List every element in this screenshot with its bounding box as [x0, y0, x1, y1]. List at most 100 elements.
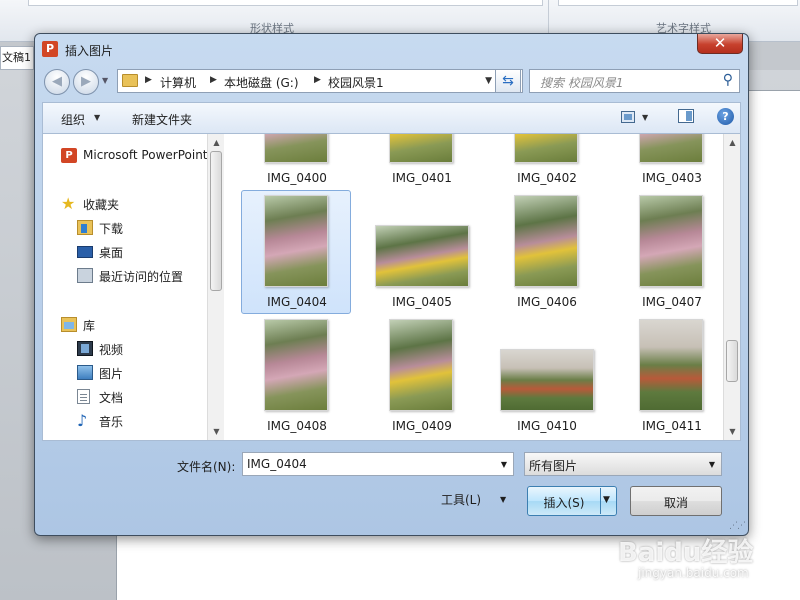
breadcrumb-current-folder[interactable]: 校园风景1 — [328, 74, 384, 91]
file-type-value: 所有图片 — [529, 459, 578, 473]
file-item[interactable]: IMG_0407 — [616, 190, 723, 314]
file-name: IMG_0403 — [642, 171, 702, 185]
navigation-pane: P Microsoft PowerPoint ★ 收藏夹 下载 桌面 最近访问的… — [43, 134, 208, 440]
navigation-pane-scrollbar[interactable]: ▲ ▼ — [207, 134, 224, 440]
image-thumbnail — [639, 195, 703, 287]
image-thumbnail — [500, 349, 594, 411]
watermark-brand: Baidu经验 — [618, 538, 754, 568]
back-button[interactable]: ◀ — [44, 69, 70, 95]
file-name: IMG_0402 — [517, 171, 577, 185]
file-list-scrollbar[interactable]: ▲ ▼ — [723, 134, 740, 440]
scroll-down-icon[interactable]: ▼ — [208, 423, 225, 440]
nav-item-label: 音乐 — [99, 415, 124, 429]
search-box[interactable]: 搜索 校园风景1 ⚲ — [529, 69, 740, 93]
recent-places-icon — [77, 268, 93, 283]
document-tab[interactable]: 文稿1 — [0, 46, 34, 70]
nav-item-label: 下载 — [99, 222, 124, 236]
dialog-titlebar[interactable]: P 插入图片 ✕ — [35, 34, 748, 64]
scroll-down-icon[interactable]: ▼ — [724, 423, 741, 440]
insert-picture-dialog: P 插入图片 ✕ ◀ ▶ ▼ ▶ 计算机 ▶ 本地磁盘 (G:) ▶ 校园风景1… — [34, 33, 749, 536]
forward-button[interactable]: ▶ — [73, 69, 99, 95]
video-icon — [77, 341, 93, 356]
filename-input[interactable]: IMG_0404 ▼ — [242, 452, 514, 476]
insert-options-dropdown-icon[interactable]: ▼ — [603, 495, 610, 505]
file-name: IMG_0406 — [517, 295, 577, 309]
search-icon[interactable]: ⚲ — [723, 72, 733, 88]
nav-item-label: 视频 — [99, 343, 124, 357]
preview-pane-icon[interactable] — [678, 109, 694, 123]
file-name: IMG_0404 — [267, 295, 327, 309]
file-item[interactable]: IMG_0409 — [366, 314, 476, 438]
view-dropdown-icon[interactable]: ▼ — [642, 113, 648, 122]
organize-dropdown-icon[interactable]: ▼ — [94, 113, 100, 122]
help-icon[interactable]: ? — [717, 108, 734, 125]
new-folder-button[interactable]: 新建文件夹 — [132, 111, 192, 128]
refresh-button[interactable]: ⇆ — [495, 69, 521, 93]
scroll-up-icon[interactable]: ▲ — [208, 134, 225, 151]
cancel-button[interactable]: 取消 — [630, 486, 722, 516]
folder-icon — [122, 74, 138, 87]
address-history-dropdown[interactable]: ▼ — [485, 76, 492, 86]
breadcrumb-computer[interactable]: 计算机 — [160, 74, 196, 91]
tools-button[interactable]: 工具(L) — [441, 491, 481, 508]
file-item[interactable]: IMG_0400 — [241, 134, 351, 190]
powerpoint-icon: P — [61, 148, 77, 163]
breadcrumb-separator-icon[interactable]: ▶ — [145, 75, 152, 85]
file-item[interactable]: IMG_0410 — [491, 314, 601, 438]
image-thumbnail — [639, 319, 703, 411]
dialog-footer: 文件名(N): IMG_0404 ▼ 所有图片 ▼ 工具(L) ▼ 插入(S) … — [35, 444, 748, 534]
file-type-dropdown-icon[interactable]: ▼ — [709, 460, 715, 469]
change-view-icon[interactable] — [621, 111, 635, 123]
image-thumbnail — [639, 134, 703, 163]
dialog-title: 插入图片 — [65, 44, 114, 58]
nav-item-label: 最近访问的位置 — [99, 270, 184, 284]
nav-item-label: 库 — [83, 319, 96, 333]
file-name: IMG_0410 — [517, 419, 577, 433]
file-name: IMG_0400 — [267, 171, 327, 185]
insert-split-divider — [600, 488, 601, 514]
navigation-scroll-thumb[interactable] — [210, 151, 222, 291]
file-item[interactable]: IMG_0402 — [491, 134, 601, 190]
image-thumbnail — [264, 134, 328, 163]
recent-pages-dropdown[interactable]: ▼ — [102, 76, 108, 85]
address-bar[interactable]: ▶ 计算机 ▶ 本地磁盘 (G:) ▶ 校园风景1 ▼ — [117, 69, 523, 93]
file-list-scroll-thumb[interactable] — [726, 340, 738, 382]
file-item[interactable]: IMG_0411 — [616, 314, 723, 438]
breadcrumb-separator-icon[interactable]: ▶ — [314, 75, 321, 85]
baidu-watermark: Baidu经验 jingyan.baidu.com — [618, 532, 798, 592]
file-item[interactable]: IMG_0404 — [241, 190, 351, 314]
file-name: IMG_0411 — [642, 419, 702, 433]
image-thumbnail — [375, 225, 469, 287]
watermark-url: jingyan.baidu.com — [638, 566, 749, 580]
browser-content: P Microsoft PowerPoint ★ 收藏夹 下载 桌面 最近访问的… — [42, 133, 741, 441]
breadcrumb-separator-icon[interactable]: ▶ — [210, 75, 217, 85]
file-item[interactable]: IMG_0406 — [491, 190, 601, 314]
documents-icon — [77, 389, 90, 404]
breadcrumb-local-disk[interactable]: 本地磁盘 (G:) — [224, 74, 299, 91]
file-name: IMG_0405 — [392, 295, 452, 309]
file-name: IMG_0407 — [642, 295, 702, 309]
tools-dropdown-icon[interactable]: ▼ — [500, 495, 506, 504]
file-item[interactable]: IMG_0405 — [366, 190, 476, 314]
resize-grip-icon[interactable]: ⋰⋰ — [729, 521, 746, 531]
library-icon — [61, 317, 77, 332]
file-item[interactable]: IMG_0403 — [616, 134, 723, 190]
filename-dropdown-icon[interactable]: ▼ — [501, 460, 507, 469]
command-toolbar: 组织 ▼ 新建文件夹 ▼ ? — [42, 102, 741, 133]
file-item[interactable]: IMG_0401 — [366, 134, 476, 190]
nav-item-label: 图片 — [99, 367, 124, 381]
file-type-select[interactable]: 所有图片 ▼ — [524, 452, 722, 476]
organize-menu[interactable]: 组织 — [61, 111, 85, 128]
image-thumbnail — [389, 134, 453, 163]
file-name: IMG_0408 — [267, 419, 327, 433]
nav-item-label: 文档 — [99, 391, 124, 405]
image-thumbnail — [264, 195, 328, 287]
image-thumbnail — [514, 195, 578, 287]
close-button[interactable]: ✕ — [697, 34, 743, 54]
scroll-up-icon[interactable]: ▲ — [724, 134, 741, 151]
insert-button-label: 插入(S) — [543, 496, 585, 510]
powerpoint-app-icon: P — [42, 41, 58, 57]
file-item[interactable]: IMG_0408 — [241, 314, 351, 438]
nav-item-label: Microsoft PowerPoint — [83, 148, 208, 162]
insert-button[interactable]: 插入(S) ▼ — [527, 486, 617, 516]
